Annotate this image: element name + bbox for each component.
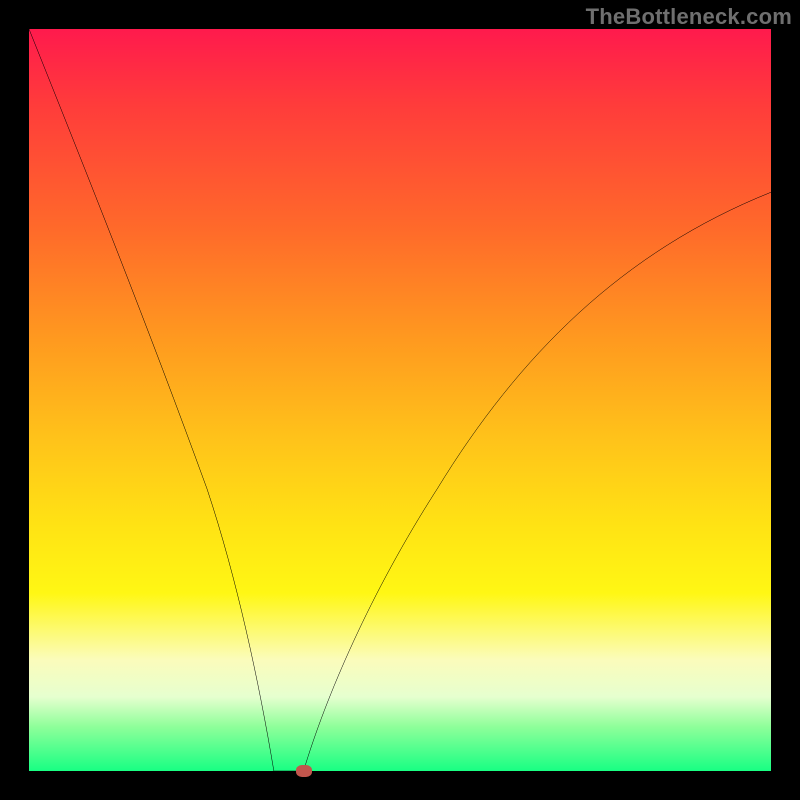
watermark-text: TheBottleneck.com: [586, 4, 792, 30]
curve-svg: [29, 29, 771, 771]
plot-area: [29, 29, 771, 771]
min-marker: [296, 765, 312, 777]
bottleneck-curve: [29, 29, 771, 771]
chart-frame: TheBottleneck.com: [0, 0, 800, 800]
